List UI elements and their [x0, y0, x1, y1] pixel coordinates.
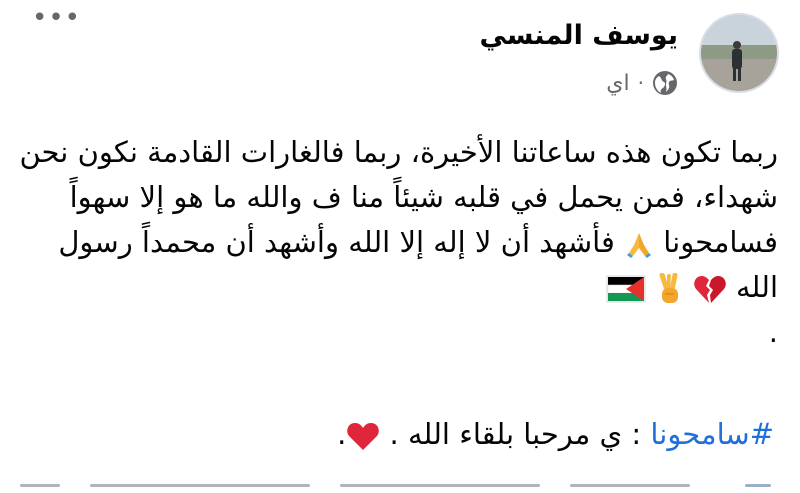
post-meta: اي ·	[606, 70, 678, 96]
post-line: الله	[22, 265, 778, 310]
broken-heart-emoji	[693, 273, 727, 305]
hashtag-line: #سامحونا : ي مرحبا بلقاء الله . .	[337, 412, 774, 457]
post-line: .	[768, 315, 778, 349]
post-time[interactable]: اي	[606, 71, 629, 96]
cut-off-text-fragment	[90, 484, 310, 487]
globe-icon[interactable]	[652, 70, 678, 96]
author-name[interactable]: يوسف المنسي	[480, 20, 678, 51]
post-line: ربما تكون هذه ساعاتنا الأخيرة، ربما فالغ…	[19, 135, 778, 169]
palestine-flag-emoji	[606, 275, 646, 303]
post-line-text: فأشهد أن لا إله إلا الله وأشهد أن محمداً…	[58, 225, 615, 259]
post-body: ربما تكون هذه ساعاتنا الأخيرة، ربما فالغ…	[19, 130, 778, 355]
post-line-text: فسامحونا	[663, 225, 778, 259]
victory-hand-emoji	[656, 273, 684, 305]
end-dot: .	[337, 417, 347, 451]
cut-off-text-fragment	[20, 484, 60, 487]
hashtag-line-text: : ي مرحبا بلقاء الله .	[380, 417, 651, 451]
avatar[interactable]	[699, 13, 779, 93]
post-line: شهداء، فمن يحمل في قلبه شيئاً منا ف والل…	[69, 180, 778, 214]
post-line-text: الله	[735, 270, 778, 304]
cut-off-comment-row	[0, 484, 800, 493]
facebook-post: ••• يوسف المنسي اي · ربما تكون هذه ساعات…	[0, 0, 800, 493]
hashtag-link[interactable]: #سامحونا	[650, 417, 774, 451]
red-heart-emoji	[346, 421, 380, 451]
post-line: فسامحونا فأشهد أن لا إله إلا الله وأشهد …	[22, 220, 778, 265]
cut-off-text-fragment	[340, 484, 540, 487]
cut-off-text-fragment	[570, 484, 690, 487]
avatar-photo	[701, 15, 777, 91]
meta-separator: ·	[637, 71, 644, 95]
more-options-button[interactable]: •••	[32, 5, 81, 31]
cut-off-avatar	[745, 484, 771, 487]
folded-hands-emoji	[624, 229, 654, 259]
